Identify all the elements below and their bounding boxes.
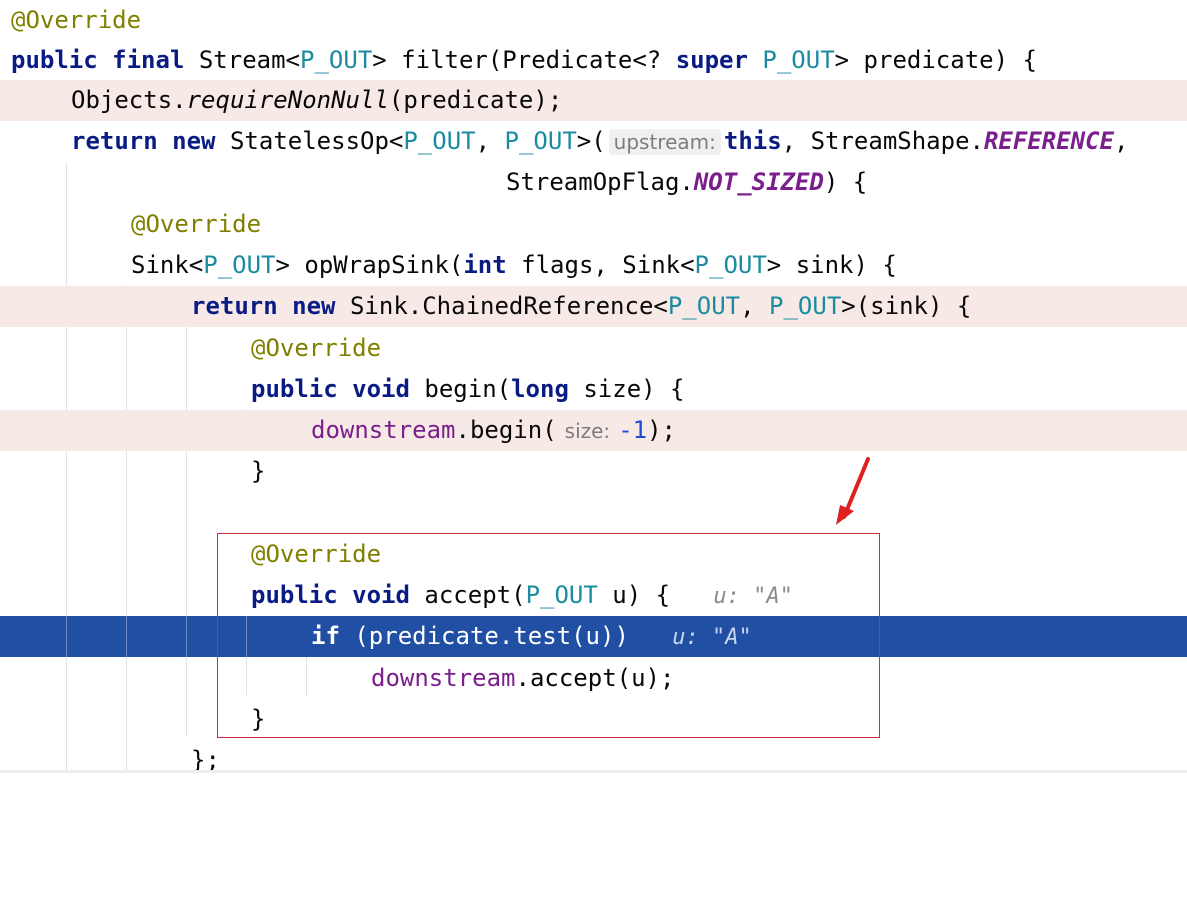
code-editor[interactable]: @Override public final Stream<P_OUT> fil… — [0, 0, 1187, 774]
code-text: .begin( — [455, 416, 557, 444]
indent-guide — [186, 616, 187, 657]
code-text: StreamOpFlag. — [506, 168, 694, 196]
code-line-17[interactable]: downstream.accept(u); — [0, 658, 1187, 699]
code-text: StatelessOp< — [229, 127, 404, 155]
inline-debug-value: u: "A" — [713, 584, 793, 609]
code-text: > predicate) { — [834, 46, 1037, 74]
code-line-2[interactable]: public final Stream<P_OUT> filter(Predic… — [0, 40, 1187, 81]
keyword: public — [251, 581, 338, 609]
field-reference: downstream — [311, 416, 456, 444]
annotation: @Override — [11, 6, 142, 34]
keyword: int — [463, 251, 507, 279]
keyword: new — [172, 127, 216, 155]
indent-guide — [126, 616, 127, 657]
code-text: ); — [647, 416, 676, 444]
type-parameter: P_OUT — [694, 251, 767, 279]
keyword: return — [191, 292, 278, 320]
code-text: Sink.ChainedReference< — [349, 292, 668, 320]
code-text: .accept(u); — [515, 664, 675, 692]
code-line-18[interactable]: } — [0, 699, 1187, 740]
keyword: return — [71, 127, 158, 155]
code-line-10[interactable]: public void begin(long size) { — [0, 369, 1187, 410]
keyword: this — [723, 127, 782, 155]
code-text: Objects. — [71, 86, 187, 114]
code-text: , — [475, 127, 505, 155]
code-line-9[interactable]: @Override — [0, 328, 1187, 369]
code-line-6[interactable]: @Override — [0, 204, 1187, 245]
code-text: >( — [576, 127, 606, 155]
code-line-13[interactable] — [0, 492, 1187, 533]
keyword: long — [511, 375, 569, 403]
code-text: (predicate); — [388, 86, 563, 114]
keyword: if — [311, 622, 340, 650]
inline-debug-value: u: "A" — [672, 625, 752, 650]
indent-guide — [246, 616, 247, 657]
annotation: @Override — [251, 334, 382, 362]
annotation: @Override — [131, 210, 262, 238]
type-parameter: P_OUT — [525, 581, 598, 609]
keyword: void — [352, 375, 410, 403]
execution-point-line[interactable]: if (predicate.test(u)) u: "A" — [0, 616, 1187, 657]
code-text: size) { — [568, 375, 685, 403]
code-line-5[interactable]: StreamOpFlag.NOT_SIZED) { — [0, 162, 1187, 203]
code-text: begin( — [424, 375, 512, 403]
type-parameter: P_OUT — [300, 46, 373, 74]
keyword: public — [251, 375, 338, 403]
code-line-3-highlighted[interactable]: Objects.requireNonNull(predicate); — [0, 80, 1187, 121]
code-text: , StreamShape. — [781, 127, 984, 155]
code-line-19[interactable]: }; — [0, 740, 1187, 781]
code-line-12[interactable]: } — [0, 451, 1187, 492]
enum-constant: REFERENCE — [983, 127, 1115, 155]
code-line-14[interactable]: @Override — [0, 534, 1187, 575]
enum-constant: NOT_SIZED — [693, 168, 824, 196]
static-method: requireNonNull — [186, 86, 389, 114]
parameter-hint: size: — [564, 419, 611, 443]
indent-guide — [66, 616, 67, 657]
code-text: > sink) { — [766, 251, 897, 279]
type-parameter: P_OUT — [203, 251, 276, 279]
code-text: , — [1114, 127, 1129, 155]
type-parameter: P_OUT — [403, 127, 476, 155]
code-line-7[interactable]: Sink<P_OUT> opWrapSink(int flags, Sink<P… — [0, 245, 1187, 286]
code-line-15[interactable]: public void accept(P_OUT u) { u: "A" — [0, 575, 1187, 616]
annotation: @Override — [251, 540, 382, 568]
field-reference: downstream — [371, 664, 516, 692]
keyword: public — [11, 46, 98, 74]
code-text: accept( — [424, 581, 526, 609]
code-text: > opWrapSink( — [275, 251, 464, 279]
type-parameter: P_OUT — [762, 46, 835, 74]
red-arrow-icon — [836, 457, 870, 525]
code-line-4[interactable]: return new StatelessOp<P_OUT, P_OUT>(ups… — [0, 121, 1187, 162]
code-text: u) { — [597, 581, 671, 609]
number-literal: -1 — [618, 416, 648, 444]
code-text: Sink< — [131, 251, 204, 279]
code-text: flags, Sink< — [506, 251, 695, 279]
code-text: } — [251, 705, 266, 733]
keyword: super — [675, 46, 748, 74]
type-parameter: P_OUT — [504, 127, 577, 155]
code-text: (predicate.test(u)) — [339, 622, 629, 650]
type-parameter: P_OUT — [769, 292, 842, 320]
code-line-1[interactable]: @Override — [0, 0, 1187, 41]
type-parameter: P_OUT — [667, 292, 741, 320]
code-text: , — [740, 292, 770, 320]
code-text: >(sink) { — [841, 292, 972, 320]
code-line-8-highlighted[interactable]: return new Sink.ChainedReference<P_OUT, … — [0, 286, 1187, 327]
keyword: final — [112, 46, 185, 74]
parameter-hint: upstream: — [608, 129, 721, 155]
code-line-11-highlighted[interactable]: downstream.begin( size: -1); — [0, 410, 1187, 451]
keyword: new — [292, 292, 336, 320]
code-text: } — [251, 457, 266, 485]
keyword: void — [352, 581, 410, 609]
code-text: ) { — [823, 168, 868, 196]
code-text: Stream< — [198, 46, 301, 74]
code-text: > filter(Predicate<? — [372, 46, 676, 74]
